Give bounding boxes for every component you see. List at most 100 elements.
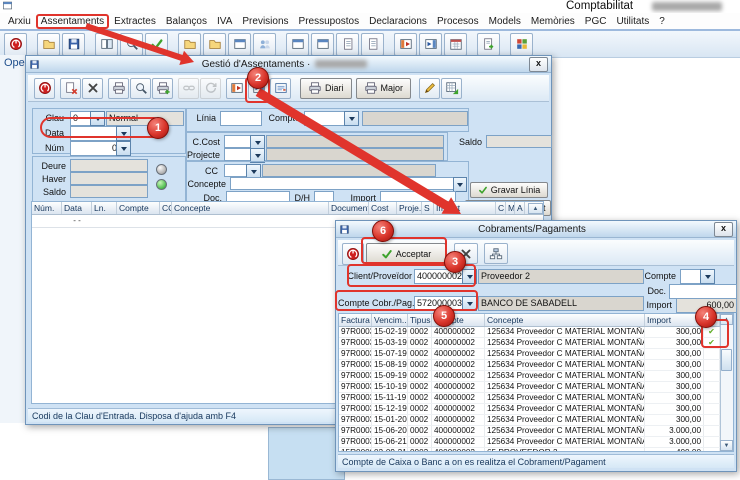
window-share-button[interactable] (228, 33, 251, 56)
compte-input[interactable] (304, 111, 348, 126)
paid-check-cell[interactable] (704, 415, 720, 425)
menu-item-arxiu[interactable]: Arxiu (3, 15, 36, 28)
menu-item-pgc[interactable]: PGC (580, 15, 612, 28)
menu-item-mem-ries[interactable]: Memòries (526, 15, 580, 28)
check-button[interactable] (145, 33, 168, 56)
paid-check-cell[interactable] (704, 448, 720, 452)
cobraments-titlebar[interactable]: Cobraments/Pagaments x (336, 221, 736, 238)
print-add-button[interactable] (152, 78, 173, 99)
power-button[interactable] (342, 243, 364, 265)
column-header-proje[interactable]: Proje. (397, 202, 422, 214)
clau-dropdown-icon[interactable] (90, 111, 105, 126)
acceptar-button[interactable]: Acceptar (366, 243, 446, 264)
menu-item-iva[interactable]: IVA (212, 15, 237, 28)
paid-check-cell[interactable] (704, 437, 720, 447)
calendar-button[interactable] (444, 33, 467, 56)
column-header-import[interactable]: Import (645, 314, 704, 326)
menu-item-extractes[interactable]: Extractes (109, 15, 161, 28)
table-row[interactable]: 15R0000402-09-21000240000000265 PROVEEDO… (339, 448, 733, 452)
cancel-button[interactable] (454, 243, 478, 264)
data-input[interactable] (70, 126, 120, 141)
refresh-button[interactable] (200, 78, 221, 99)
paid-check-cell[interactable]: ✔ (704, 338, 720, 348)
column-header-vencim[interactable]: Vencim... (372, 314, 408, 326)
column-header-data[interactable]: Data (62, 202, 92, 214)
panel-left-button[interactable] (394, 33, 417, 56)
menu-item-declaracions[interactable]: Declaracions (364, 15, 432, 28)
column-header-s[interactable]: S (422, 202, 434, 214)
scroll-thumb[interactable] (721, 349, 732, 371)
table-row[interactable]: 97R0003315-01-200002400000002125634 Prov… (339, 415, 733, 426)
doc-button[interactable] (336, 33, 359, 56)
column-header-paid[interactable] (704, 314, 720, 326)
table-refresh-button[interactable] (441, 78, 462, 99)
window-button[interactable] (286, 33, 309, 56)
linia-input[interactable] (220, 111, 262, 126)
edit-pencil-button[interactable] (419, 78, 440, 99)
table-row[interactable]: 97R0003315-02-190002400000002125634 Prov… (339, 327, 733, 338)
compte-cobr-dropdown-icon[interactable] (462, 296, 477, 311)
doc-small-input[interactable] (669, 284, 737, 299)
num-input[interactable]: 0 (70, 141, 120, 156)
menu-item-assentaments[interactable]: Assentaments (36, 14, 109, 29)
client-proveidor-dropdown-icon[interactable] (462, 269, 477, 284)
column-header-factura[interactable]: Factura (339, 314, 372, 326)
panel-right-button[interactable] (248, 78, 269, 99)
menu-item-balan-os[interactable]: Balanços (161, 15, 212, 28)
gravar-linia-button[interactable]: Gravar Línia (470, 182, 548, 198)
column-header-c[interactable]: C (496, 202, 506, 214)
menu-item-procesos[interactable]: Procesos (432, 15, 484, 28)
major-button[interactable]: Major (356, 78, 412, 99)
folder-button[interactable] (178, 33, 201, 56)
print-preview-button[interactable] (130, 78, 151, 99)
doc-copy-button[interactable] (361, 33, 384, 56)
users-button[interactable] (253, 33, 276, 56)
panel-left-button[interactable] (226, 78, 247, 99)
power-button[interactable] (34, 78, 55, 99)
close-x-button[interactable] (82, 78, 103, 99)
scroll-down-button[interactable]: ▼ (720, 440, 733, 451)
new-delete-button[interactable] (60, 78, 81, 99)
folder-open-button[interactable] (37, 33, 60, 56)
concepte-dropdown-icon[interactable] (453, 177, 467, 192)
window-view-button[interactable] (311, 33, 334, 56)
scroll-up-button[interactable]: ▲ (720, 314, 733, 325)
paid-check-cell[interactable] (704, 426, 720, 436)
gestio-titlebar[interactable]: Gestió d'Assentaments · x (26, 56, 551, 73)
paid-check-cell[interactable] (704, 360, 720, 370)
table-row[interactable]: 97R0003315-09-190002400000002125634 Prov… (339, 371, 733, 382)
table-row[interactable]: 97R0003315-06-200002400000002125634 Prov… (339, 426, 733, 437)
column-header-document[interactable]: Document (329, 202, 369, 214)
search-button[interactable] (120, 33, 143, 56)
cobraments-close-button[interactable]: x (714, 222, 733, 237)
data-dropdown-icon[interactable] (116, 126, 131, 141)
table-scrollbar[interactable] (720, 314, 733, 451)
column-header-cost[interactable]: Cost (369, 202, 397, 214)
column-header-n-m[interactable]: Núm. (32, 202, 62, 214)
panel-right-button[interactable] (419, 33, 442, 56)
column-header-m[interactable]: M (506, 202, 515, 214)
table-row[interactable]: 97R0003315-10-190002400000002125634 Prov… (339, 382, 733, 393)
table-row[interactable]: 97R0003315-03-190002400000002125634 Prov… (339, 338, 733, 349)
tree-view-button[interactable] (484, 243, 508, 264)
compte-dropdown-icon[interactable] (344, 111, 359, 126)
print-button[interactable] (108, 78, 129, 99)
column-header-concepte[interactable]: Concepte (172, 202, 329, 214)
column-header-a[interactable]: A (515, 202, 525, 214)
concepte-input[interactable] (230, 177, 458, 190)
paid-check-cell[interactable] (704, 349, 720, 359)
paid-check-cell[interactable] (704, 404, 720, 414)
column-header-ln[interactable]: Ln. (92, 202, 117, 214)
column-header-compte[interactable]: Compte (117, 202, 160, 214)
folder-new-button[interactable] (203, 33, 226, 56)
menu-item-utilitats[interactable]: Utilitats (611, 15, 654, 28)
link-button[interactable] (178, 78, 199, 99)
client-proveidor-input[interactable]: 400000002 (414, 269, 466, 284)
grid-scroll-up-button[interactable]: ▲ (528, 203, 543, 214)
table-row[interactable]: 97R0003315-11-190002400000002125634 Prov… (339, 393, 733, 404)
column-header-concepte[interactable]: Concepte (485, 314, 645, 326)
table-row[interactable]: 97R0003315-12-190002400000002125634 Prov… (339, 404, 733, 415)
line-list-button[interactable] (270, 78, 291, 99)
paid-check-cell[interactable] (704, 393, 720, 403)
column-header-cc[interactable]: CC (160, 202, 172, 214)
